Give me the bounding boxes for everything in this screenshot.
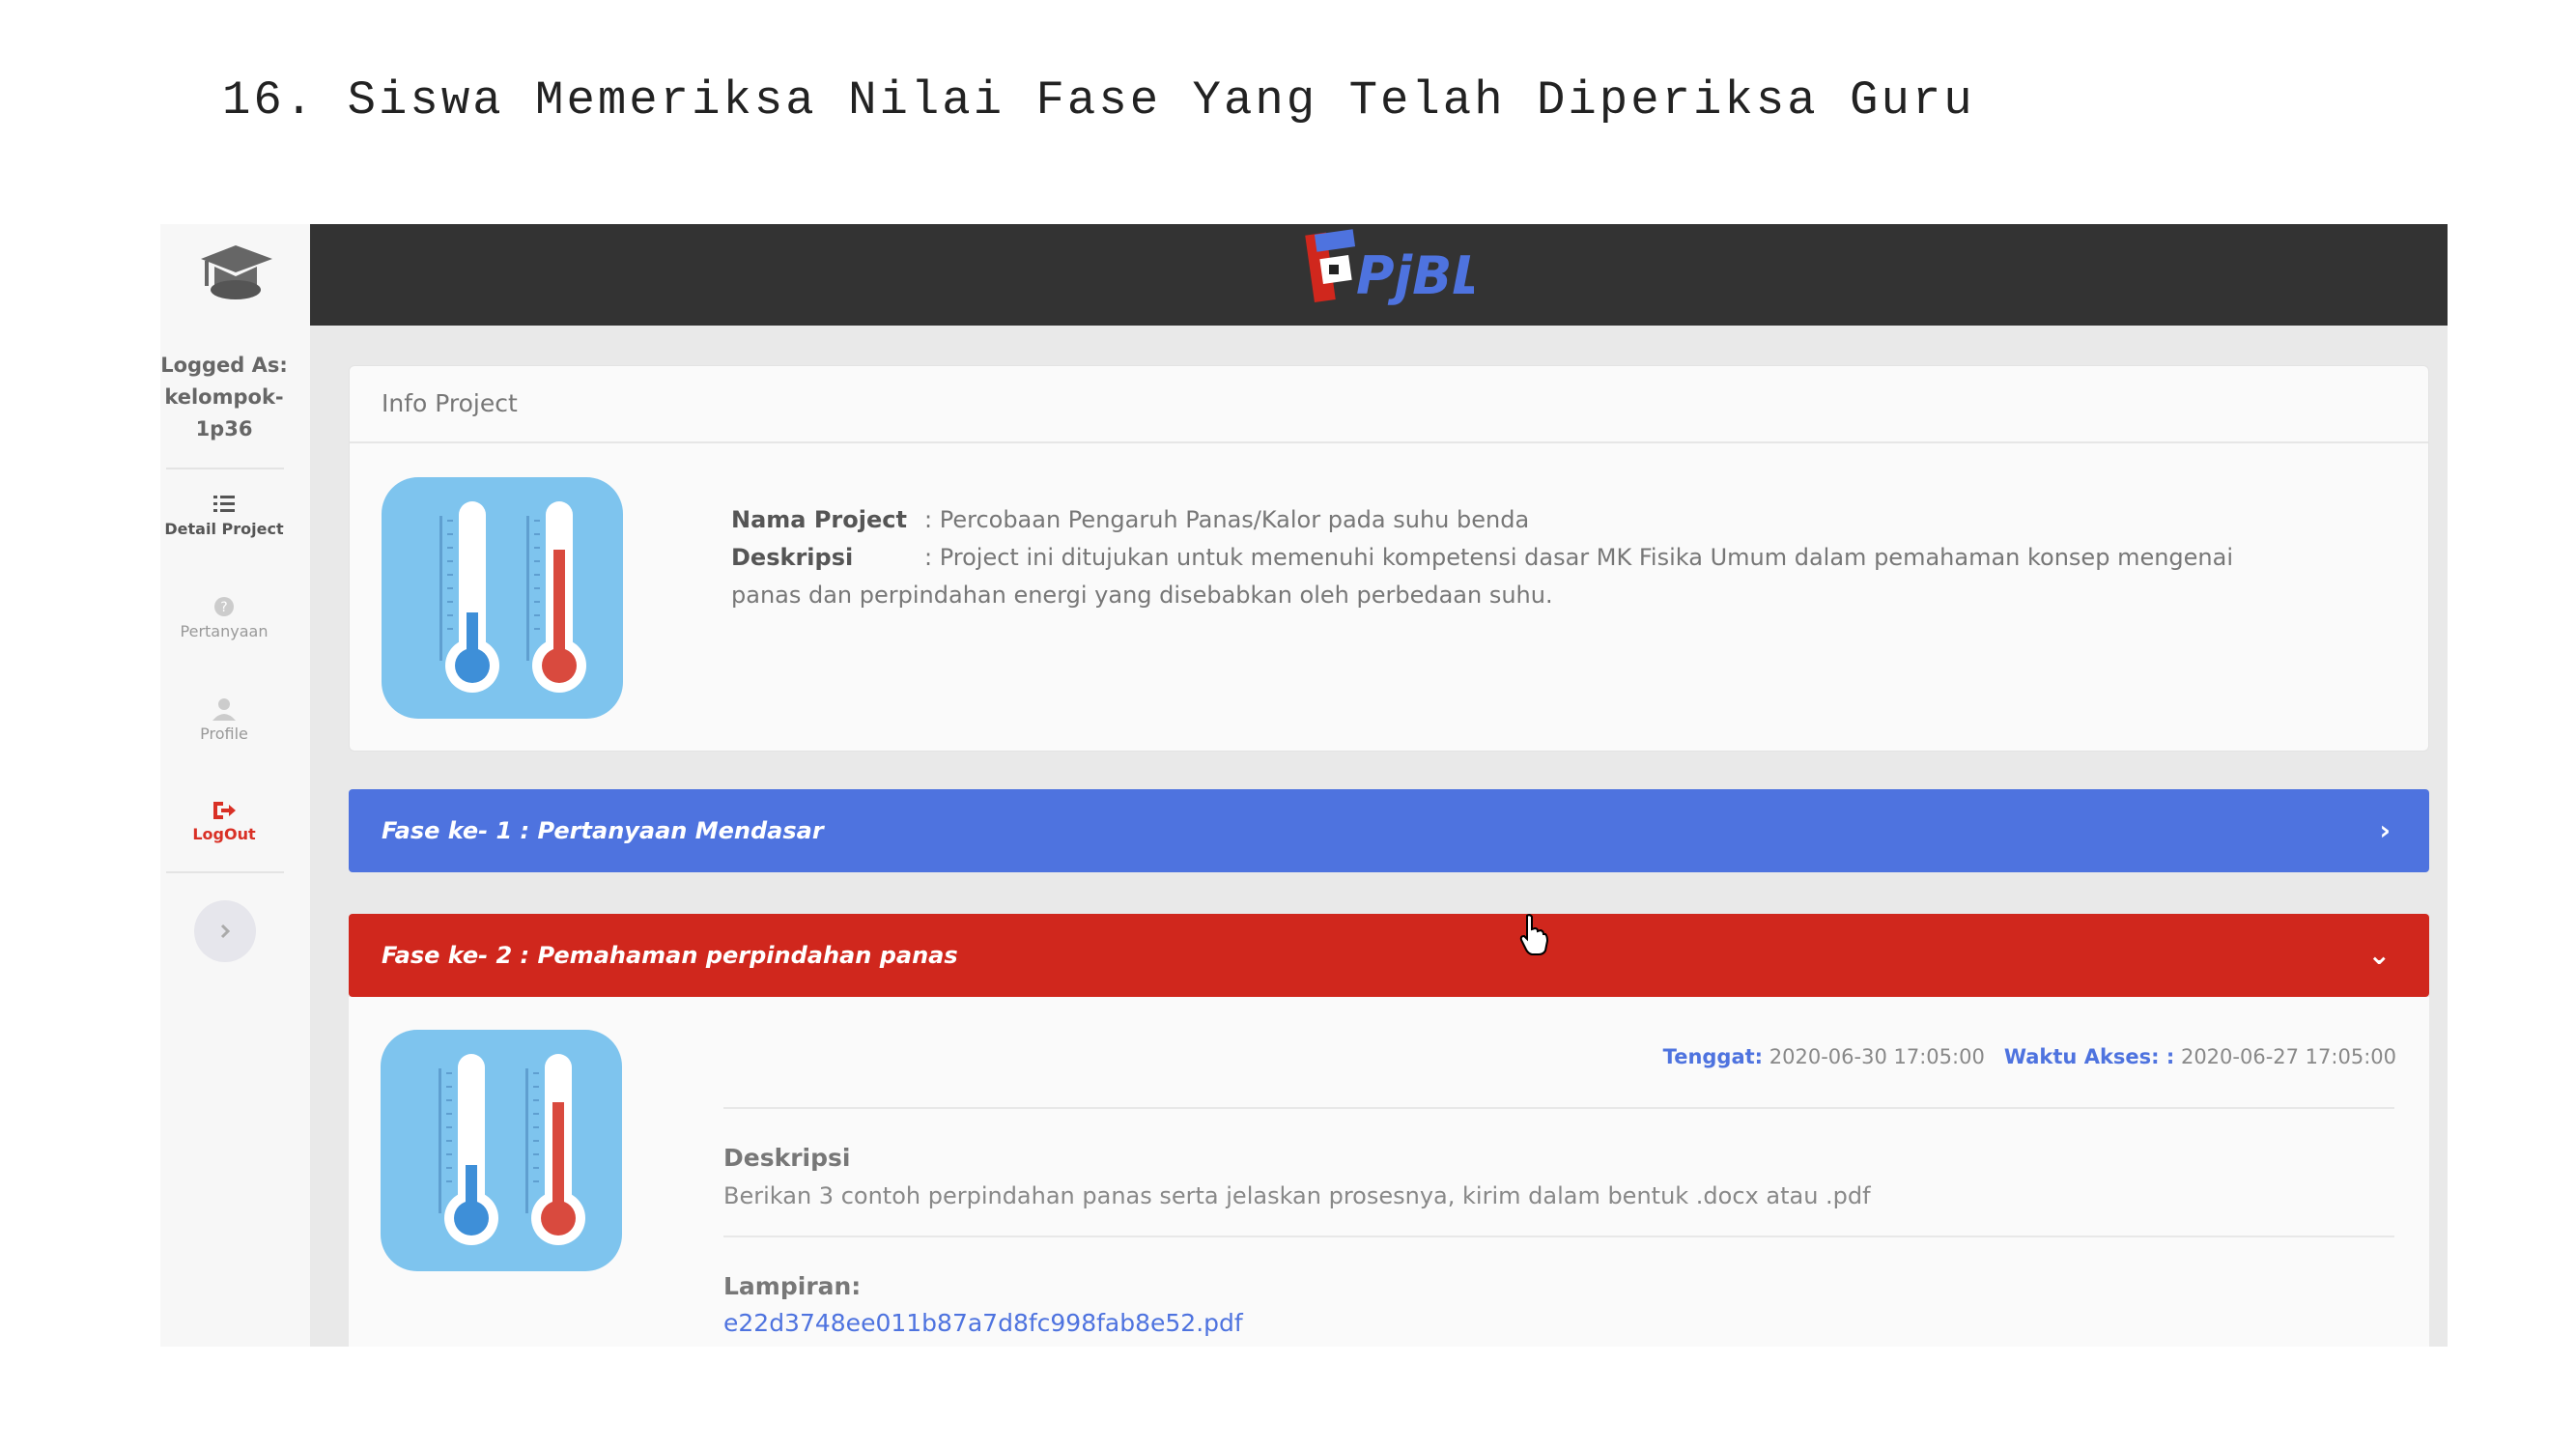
sidebar-toggle-button[interactable]: [194, 900, 256, 962]
phase-meta: Tenggat: 2020-06-30 17:05:00 Waktu Akses…: [1663, 1045, 2396, 1068]
phase-1-header[interactable]: Fase ke- 1 : Pertanyaan Mendasar ›: [349, 789, 2429, 872]
sidebar-divider: [166, 871, 284, 873]
username-line-2: 1p36: [195, 417, 253, 440]
app-window: Logged As: kelompok- 1p36 Detail Project…: [160, 224, 2448, 1347]
sidebar-item-logout[interactable]: LogOut: [160, 800, 288, 843]
akses-value: 2020-06-27 17:05:00: [2180, 1045, 2396, 1068]
deskripsi-value-cont: panas dan perpindahan energi yang diseba…: [731, 582, 1553, 609]
thermometer-icon: [439, 1054, 585, 1245]
main-content: PjBL Info Project Nama Project: Percoba…: [310, 224, 2448, 1347]
info-project-card: Info Project Nama Project: Percobaan Pe…: [349, 365, 2429, 752]
sidebar-item-label: Profile: [200, 724, 248, 743]
logged-user-block: Logged As: kelompok- 1p36: [160, 350, 288, 445]
tenggat-label: Tenggat:: [1662, 1045, 1764, 1068]
lampiran-label: Lampiran:: [723, 1272, 862, 1300]
question-icon: ?: [214, 597, 234, 616]
sidebar: Logged As: kelompok- 1p36 Detail Project…: [160, 224, 311, 1347]
phase-title: Fase ke- 1 : Pertanyaan Mendasar: [382, 817, 824, 844]
brand-text: PjBL: [1356, 245, 1474, 306]
sidebar-item-pertanyaan[interactable]: ? Pertanyaan: [160, 595, 288, 640]
nama-project-value: : Percobaan Pengaruh Panas/Kalor pada su…: [924, 506, 1530, 533]
deskripsi-value: : Project ini ditujukan untuk memenuhi k…: [924, 544, 2234, 571]
sidebar-divider: [166, 468, 284, 469]
lampiran-file-link[interactable]: e22d3748ee011b87a7d8fc998fab8e52.pdf: [723, 1309, 1243, 1337]
chevron-right-icon: [220, 923, 231, 939]
user-icon: [212, 698, 236, 721]
logout-icon: [213, 802, 236, 819]
project-info-text: Nama Project : Percobaan Pengaruh Panas/K…: [731, 501, 2238, 614]
chevron-right-icon: ›: [2379, 814, 2391, 846]
tenggat-value: 2020-06-30 17:05:00: [1769, 1045, 1985, 1068]
phase-2-header[interactable]: Fase ke- 2 : Pemahaman perpindahan panas…: [349, 914, 2429, 997]
sidebar-item-profile[interactable]: Profile: [160, 697, 288, 743]
sidebar-item-label: Pertanyaan: [180, 622, 269, 640]
phase-deskripsi-label: Deskripsi: [723, 1144, 851, 1172]
sidebar-item-label: Detail Project: [164, 520, 284, 538]
sidebar-item-detail-project[interactable]: Detail Project: [160, 493, 288, 538]
document-heading: 16. Siswa Memeriksa Nilai Fase Yang Tela…: [222, 73, 1975, 128]
phase-title: Fase ke- 2 : Pemahaman perpindahan panas: [382, 942, 958, 969]
list-icon: [213, 496, 235, 512]
card-title: Info Project: [350, 366, 2428, 443]
deskripsi-label: Deskripsi: [731, 544, 854, 571]
sidebar-item-label: LogOut: [192, 825, 256, 843]
nama-project-label: Nama Project: [731, 506, 907, 533]
chevron-down-icon: ⌄: [2367, 939, 2391, 971]
divider: [723, 1107, 2394, 1109]
akses-label: Waktu Akses: :: [2003, 1045, 2175, 1068]
project-thumbnail: [382, 477, 623, 719]
phase-deskripsi-text: Berikan 3 contoh perpindahan panas serta…: [723, 1182, 1871, 1209]
divider: [723, 1236, 2394, 1237]
logged-as-label: Logged As:: [160, 354, 288, 377]
phase-thumbnail: [381, 1030, 622, 1271]
svg-text:?: ?: [220, 600, 227, 615]
phase-2-body: Tenggat: 2020-06-30 17:05:00 Waktu Akses…: [349, 997, 2429, 1347]
hand-cursor-icon: [1519, 914, 1548, 955]
graduation-cap-icon: [201, 245, 272, 299]
username-line-1: kelompok-: [164, 385, 284, 409]
thermometer-icon: [439, 501, 586, 693]
top-navbar: PjBL: [310, 224, 2448, 326]
brand-logo[interactable]: PjBL: [1300, 224, 1474, 316]
